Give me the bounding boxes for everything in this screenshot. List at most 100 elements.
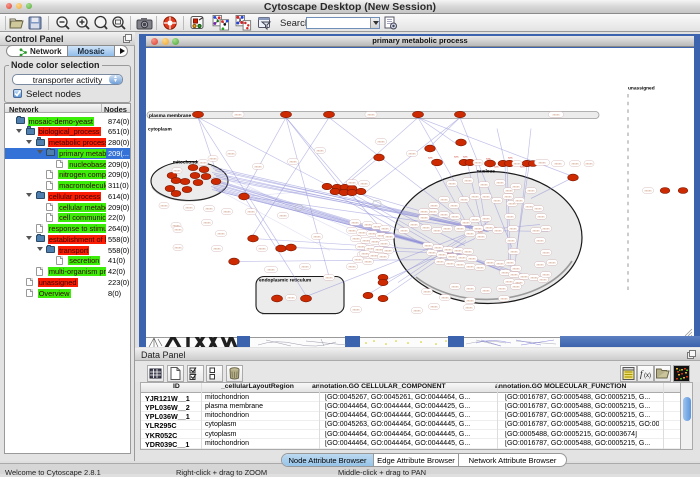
svg-text:xxxxx: xxxxx	[349, 228, 357, 232]
svg-text:xxxxx: xxxxx	[174, 168, 182, 172]
svg-text:xxxxx: xxxxx	[359, 230, 367, 234]
svg-text:xxxxx: xxxxx	[516, 198, 524, 202]
svg-text:xxxxx: xxxxx	[507, 214, 515, 218]
svg-text:xxxxx: xxxxx	[214, 246, 222, 250]
svg-text:xxxxx: xxxxx	[441, 212, 449, 216]
svg-text:xxxxx: xxxxx	[507, 260, 515, 264]
svg-text:xxxxx: xxxxx	[467, 286, 475, 290]
svg-text:xxxxx: xxxxx	[259, 246, 267, 250]
svg-text:xxxxx: xxxxx	[444, 226, 452, 230]
svg-text:xxxxx: xxxxx	[204, 220, 212, 224]
svg-text:xxxxx: xxxxx	[362, 251, 370, 255]
svg-text:xxxxx: xxxxx	[483, 216, 491, 220]
svg-text:xxxxx: xxxxx	[365, 259, 373, 263]
svg-text:xxxxx: xxxxx	[645, 188, 653, 192]
svg-text:xxxxx: xxxxx	[439, 252, 447, 256]
svg-text:xxxxx: xxxxx	[235, 112, 243, 116]
svg-text:xxxxx: xxxxx	[457, 226, 465, 230]
svg-text:xxxxx: xxxxx	[355, 257, 363, 261]
svg-text:xxxxx: xxxxx	[513, 184, 521, 188]
svg-text:xxxxx: xxxxx	[466, 305, 474, 309]
svg-text:xxxxx: xxxxx	[290, 159, 298, 163]
svg-text:xxx: xxx	[494, 164, 499, 168]
svg-text:xxxxx: xxxxx	[467, 264, 475, 268]
svg-text:xxxxx: xxxxx	[543, 272, 551, 276]
svg-text:xxxxx: xxxxx	[423, 225, 431, 229]
svg-text:plasma membrane: plasma membrane	[149, 113, 191, 119]
svg-text:xxxxx: xxxxx	[218, 231, 226, 235]
svg-text:xxxxx: xxxxx	[352, 220, 360, 224]
svg-text:endoplasmic reticulum: endoplasmic reticulum	[259, 277, 311, 283]
svg-text:xxxxx: xxxxx	[553, 112, 561, 116]
svg-text:unassigned: unassigned	[628, 85, 655, 91]
svg-text:xxxxx: xxxxx	[365, 222, 373, 226]
svg-text:xxxxx: xxxxx	[431, 203, 439, 207]
svg-text:xxxxx: xxxxx	[526, 204, 534, 208]
svg-text:xxxxx: xxxxx	[495, 228, 503, 232]
svg-text:xxxxx: xxxxx	[531, 275, 539, 279]
svg-text:xxxxx: xxxxx	[288, 295, 296, 299]
svg-text:xxxxx: xxxxx	[475, 160, 483, 164]
svg-text:xxxxx: xxxxx	[326, 275, 334, 279]
svg-text:xxxxx: xxxxx	[483, 288, 491, 292]
svg-text:xxxxx: xxxxx	[314, 234, 322, 238]
svg-text:xxxxx: xxxxx	[431, 304, 439, 308]
svg-text:xxxxx: xxxxx	[537, 262, 545, 266]
svg-text:xxxxx: xxxxx	[537, 238, 545, 242]
svg-text:xxxxx: xxxxx	[513, 284, 521, 288]
svg-text:xxxxx: xxxxx	[372, 239, 380, 243]
svg-text:xxxxx: xxxxx	[430, 209, 438, 213]
svg-text:xxxxx: xxxxx	[467, 298, 475, 302]
svg-text:xxxxx: xxxxx	[459, 255, 467, 259]
svg-text:xxxxx: xxxxx	[540, 277, 548, 281]
svg-text:xxxxx: xxxxx	[478, 234, 486, 238]
svg-text:xxxxx: xxxxx	[224, 209, 232, 213]
svg-text:xxxxx: xxxxx	[475, 226, 483, 230]
svg-text:xxxxx: xxxxx	[555, 161, 563, 165]
svg-text:xxxxx: xxxxx	[499, 286, 507, 290]
svg-text:xxxxx: xxxxx	[161, 203, 169, 207]
svg-text:xxx: xxx	[463, 154, 468, 158]
svg-text:xxxxx: xxxxx	[487, 260, 495, 264]
svg-text:xxxxx: xxxxx	[381, 241, 389, 245]
svg-text:xxxxx: xxxxx	[481, 182, 489, 186]
svg-text:xxxxx: xxxxx	[467, 231, 475, 235]
svg-text:xxxxx: xxxxx	[497, 261, 505, 265]
svg-text:xxxxx: xxxxx	[535, 206, 543, 210]
svg-text:xxxxx: xxxxx	[358, 244, 366, 248]
svg-text:xxxxx: xxxxx	[521, 274, 529, 278]
svg-text:xxxxx: xxxxx	[363, 238, 371, 242]
svg-text:xxxxx: xxxxx	[543, 226, 551, 230]
svg-text:xxxxx: xxxxx	[409, 151, 417, 155]
svg-text:xxxxx: xxxxx	[455, 248, 463, 252]
svg-text:xxxxx: xxxxx	[380, 254, 388, 258]
svg-text:xxxxx: xxxxx	[349, 180, 357, 184]
svg-text:xxxxx: xxxxx	[349, 264, 357, 268]
svg-text:xxxxx: xxxxx	[228, 151, 236, 155]
svg-text:xxxxx: xxxxx	[434, 228, 442, 232]
svg-text:xxxxx: xxxxx	[206, 206, 214, 210]
svg-text:xxxxx: xxxxx	[371, 253, 379, 257]
svg-text:xxxxx: xxxxx	[302, 264, 310, 268]
svg-text:xxxxx: xxxxx	[435, 245, 443, 249]
svg-text:xxxxx: xxxxx	[353, 307, 361, 311]
svg-text:xxxxx: xxxxx	[368, 112, 376, 116]
svg-text:xxx: xxx	[486, 156, 491, 160]
svg-text:(x): (x)	[644, 373, 651, 379]
svg-text:xxxxx: xxxxx	[268, 267, 276, 271]
svg-text:xxxxx: xxxxx	[497, 180, 505, 184]
svg-text:xxxxx: xxxxx	[210, 156, 218, 160]
svg-text:xxxxx: xxxxx	[539, 160, 547, 164]
svg-text:xxxxx: xxxxx	[255, 164, 263, 168]
svg-text:xxxxx: xxxxx	[280, 213, 288, 217]
svg-text:xxxxx: xxxxx	[421, 215, 429, 219]
svg-text:xxx: xxx	[520, 164, 525, 168]
svg-text:xxxxx: xxxxx	[506, 279, 514, 283]
svg-text:xxxxx: xxxxx	[549, 260, 557, 264]
svg-text:xxxxx: xxxxx	[543, 250, 551, 254]
svg-text:xxxxx: xxxxx	[483, 194, 491, 198]
svg-text:xxx: xxx	[454, 154, 459, 158]
svg-text:xxxxx: xxxxx	[376, 247, 384, 251]
svg-text:xxxxx: xxxxx	[451, 203, 459, 207]
svg-text:xxxxx: xxxxx	[472, 217, 480, 221]
